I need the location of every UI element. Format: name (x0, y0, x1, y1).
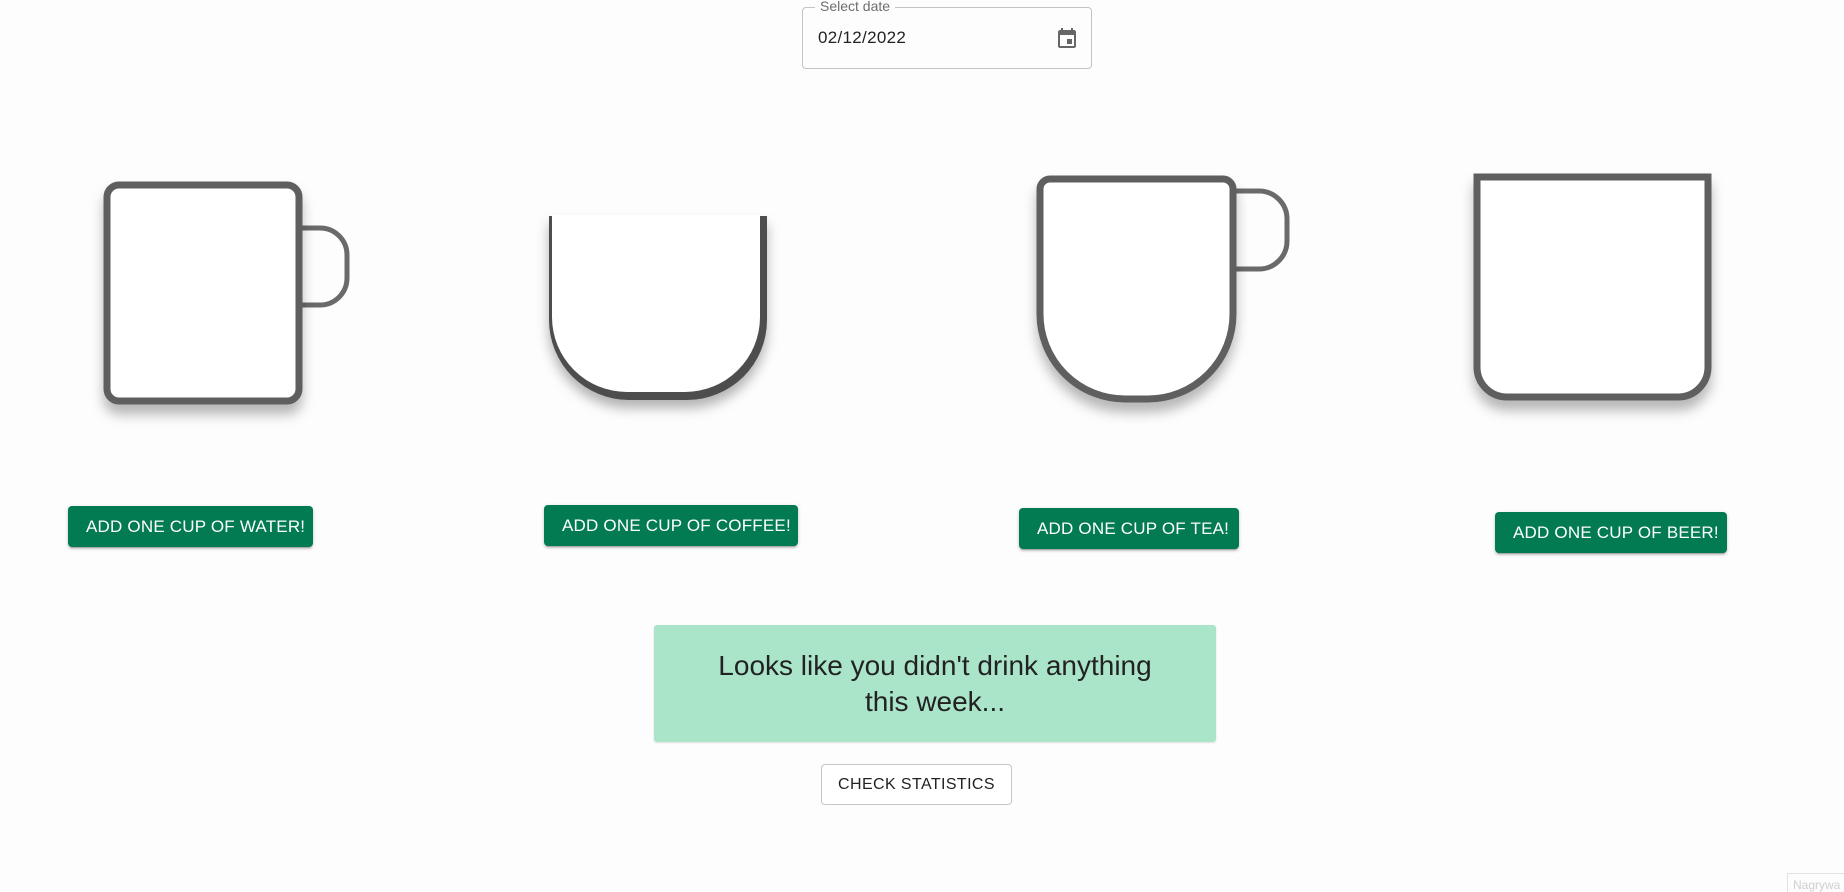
add-water-button[interactable]: ADD ONE CUP OF WATER! (68, 506, 313, 547)
page: Select date 02/12/2022 ADD ONE CUP OF WA… (0, 0, 1844, 892)
date-picker-field[interactable]: Select date (802, 0, 1092, 69)
date-input[interactable] (818, 28, 1038, 48)
info-message: Looks like you didn't drink anything thi… (654, 625, 1216, 742)
check-statistics-button[interactable]: CHECK STATISTICS (821, 764, 1012, 805)
water-mug-icon (103, 181, 350, 405)
add-coffee-button[interactable]: ADD ONE CUP OF COFFEE! (544, 505, 798, 546)
tea-mug-icon (1036, 175, 1290, 403)
info-message-text: Looks like you didn't drink anything thi… (718, 649, 1152, 717)
coffee-cup-icon (549, 215, 767, 400)
beer-glass-icon (1473, 173, 1712, 401)
add-tea-button[interactable]: ADD ONE CUP OF TEA! (1019, 508, 1239, 549)
date-picker-label: Select date (815, 0, 896, 14)
recording-widget[interactable]: Nagrywa (1787, 873, 1844, 892)
calendar-icon[interactable] (1053, 25, 1081, 53)
add-beer-button[interactable]: ADD ONE CUP OF BEER! (1495, 512, 1727, 553)
